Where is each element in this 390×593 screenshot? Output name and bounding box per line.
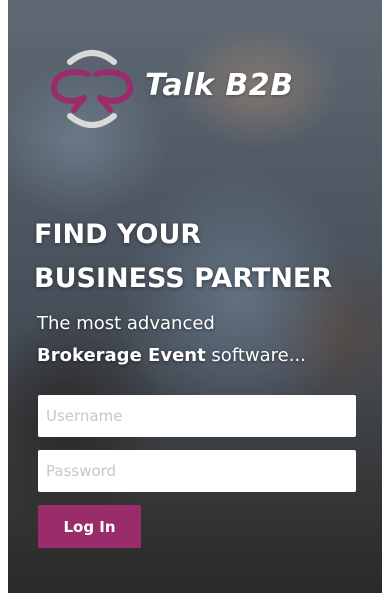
subheading-bold: Brokerage Event: [37, 345, 206, 366]
headline-line-1: FIND YOUR: [34, 219, 202, 250]
brand-name: Talk B2B: [145, 68, 294, 103]
subheading-line-1: The most advanced: [37, 313, 215, 334]
subheading-line-2: Brokerage Event software...: [37, 345, 306, 366]
headline-line-2: BUSINESS PARTNER: [34, 263, 333, 294]
subheading-rest: software...: [205, 345, 306, 366]
login-button[interactable]: Log In: [38, 505, 141, 548]
username-input[interactable]: [38, 395, 356, 437]
login-screen: Talk B2B FIND YOUR BUSINESS PARTNER The …: [8, 0, 382, 593]
password-input[interactable]: [38, 450, 356, 492]
talkb2b-logo-icon: [50, 50, 134, 128]
